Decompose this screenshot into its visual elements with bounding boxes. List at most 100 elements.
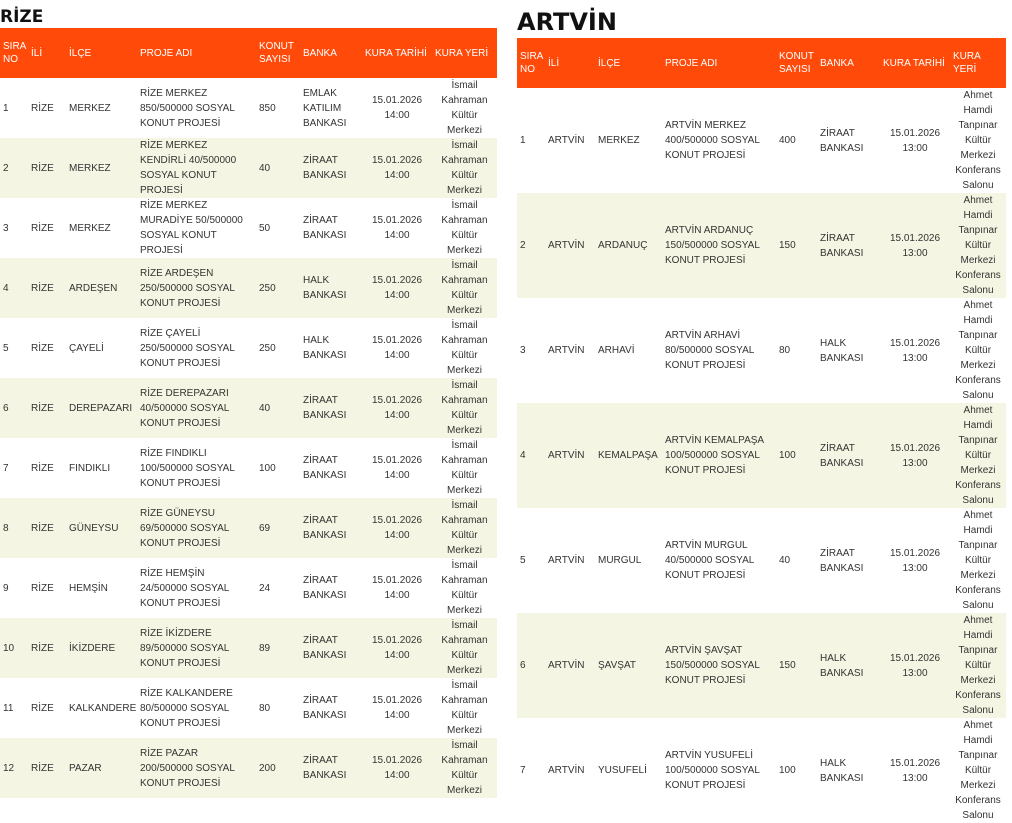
- kura-yeri-cell: Ahmet Hamdi Tanpınar Kültür Merkezi Konf…: [950, 403, 1006, 508]
- artvin-table: SIRA NO İLİ İLÇE PROJE ADI KONUT SAYISI BANKA…: [517, 38, 1006, 823]
- ilce-cell: MERKEZ: [69, 222, 111, 234]
- proje-adi-cell: ARTVİN ARDANUÇ 150/500000 SOSYAL KONUT P…: [662, 193, 776, 298]
- konut-sayisi-cell: 100: [259, 462, 276, 474]
- sira-no-cell: 10: [0, 618, 28, 678]
- sira-no-cell: 11: [3, 702, 14, 714]
- proje-adi-cell: RİZE ARDEŞEN 250/500000 SOSYAL KONUT PRO…: [137, 258, 256, 318]
- banka-cell: HALK BANKASI: [300, 258, 362, 318]
- konut-sayisi-cell: 850: [259, 102, 276, 114]
- il-header: İLİ: [28, 28, 66, 78]
- rize-section: RİZE SIRA NO İLİ İLÇE PROJE ADI KONUT SAYISI…: [0, 0, 497, 798]
- banka-header: BANKA: [300, 28, 362, 78]
- kura-yeri-cell: İsmail Kahraman Kültür Merkezi: [432, 738, 497, 798]
- rize-table: SIRA NO İLİ İLÇE PROJE ADI KONUT SAYISI BANKA…: [0, 28, 497, 798]
- kura-tarihi-cell: 15.01.2026 13:00: [889, 547, 941, 574]
- sira-no-cell: 6: [0, 378, 28, 438]
- il-cell: RİZE: [31, 342, 54, 354]
- il-cell: ARTVİN: [548, 765, 585, 776]
- kura-tarihi-cell: 15.01.2026 14:00: [371, 695, 423, 721]
- proje-adi-cell: ARTVİN ARHAVİ 80/500000 SOSYAL KONUT PRO…: [665, 330, 754, 371]
- artvin-title: ARTVİN: [517, 8, 617, 36]
- kura-tarihi-cell: 15.01.2026 14:00: [362, 738, 432, 798]
- table-row: 6 RİZE DEREPAZARI RİZE DEREPAZARI 40/500000…: [0, 378, 497, 438]
- sira-no-cell: 8: [0, 498, 28, 558]
- kura-yeri-cell: İsmail Kahraman Kültür Merkezi: [441, 440, 488, 496]
- table-row: 12 RİZE PAZAR RİZE PAZAR 200/500000 SOSYAL …: [0, 738, 497, 798]
- ilce-cell: ÇAYELİ: [69, 342, 104, 354]
- ilce-cell: MERKEZ: [69, 102, 111, 114]
- sira-no-cell: 4: [0, 258, 28, 318]
- sira-no-cell: 3: [520, 345, 526, 356]
- konut-sayisi-cell: 80: [779, 345, 791, 356]
- kura-yeri-cell: İsmail Kahraman Kültür Merkezi: [432, 378, 497, 438]
- kura-yeri-cell: İsmail Kahraman Kültür Merkezi: [441, 560, 488, 616]
- ilce-cell: FINDIKLI: [69, 462, 111, 474]
- il-cell: RİZE: [31, 462, 54, 474]
- proje-adi-cell: ARTVİN KEMALPAŞA 100/500000 SOSYAL KONUT…: [662, 403, 776, 508]
- kura-tarihi-header: KURA TARİHİ: [362, 28, 432, 78]
- konut-sayisi-cell: 100: [776, 403, 817, 508]
- proje-adi-header: PROJE ADI: [137, 28, 256, 78]
- proje-adi-cell: RİZE PAZAR 200/500000 SOSYAL KONUT PROJE…: [137, 738, 256, 798]
- table-row: 4 RİZE ARDEŞEN RİZE ARDEŞEN 250/500000 SOSY…: [0, 258, 497, 318]
- proje-adi-cell: RİZE MERKEZ KENDİRLİ 40/500000 SOSYAL KO…: [137, 138, 256, 198]
- kura-yeri-header: KURA YERİ: [950, 38, 1006, 88]
- kura-tarihi-cell: 15.01.2026 14:00: [371, 575, 423, 601]
- table-row: 1 ARTVİN MERKEZ ARTVİN MERKEZ 400/500000 SO…: [517, 88, 1006, 193]
- table-body: 1 RİZE MERKEZ RİZE MERKEZ 850/500000 SOSYAL…: [0, 78, 497, 798]
- il-cell: RİZE: [31, 102, 54, 114]
- sira-no-cell: 3: [3, 222, 9, 234]
- il-cell: ARTVİN: [545, 403, 595, 508]
- kura-yeri-cell: İsmail Kahraman Kültür Merkezi: [432, 498, 497, 558]
- banka-cell: ZİRAAT BANKASI: [820, 127, 864, 154]
- kura-tarihi-cell: 15.01.2026 14:00: [362, 138, 432, 198]
- kura-tarihi-cell: 15.01.2026 14:00: [371, 95, 423, 121]
- banka-cell: HALK BANKASI: [820, 757, 864, 784]
- kura-yeri-cell: Ahmet Hamdi Tanpınar Kültür Merkezi Konf…: [950, 613, 1006, 718]
- ilce-cell: MURGUL: [598, 555, 642, 566]
- table-row: 4 ARTVİN KEMALPAŞA ARTVİN KEMALPAŞA 100/500…: [517, 403, 1006, 508]
- konut-sayisi-header: KONUT SAYISI: [776, 38, 817, 88]
- konut-sayisi-cell: 24: [259, 582, 271, 594]
- sira-no-cell: 2: [517, 193, 545, 298]
- il-header: İLİ: [545, 38, 595, 88]
- kura-tarihi-cell: 15.01.2026 13:00: [880, 613, 950, 718]
- kura-tarihi-header: KURA TARİHİ: [880, 38, 950, 88]
- ilce-cell: DEREPAZARI: [66, 378, 137, 438]
- banka-cell: ZİRAAT BANKASI: [300, 498, 362, 558]
- sira-no-header: SIRA NO: [0, 28, 28, 78]
- sira-no-cell: 7: [520, 765, 526, 776]
- il-cell: ARTVİN: [548, 555, 585, 566]
- table-row: 6 ARTVİN ŞAVŞAT ARTVİN ŞAVŞAT 150/500000 SO…: [517, 613, 1006, 718]
- konut-sayisi-cell: 150: [776, 613, 817, 718]
- konut-sayisi-cell: 40: [256, 138, 300, 198]
- ilce-header: İLÇE: [595, 38, 662, 88]
- table-body: 1 ARTVİN MERKEZ ARTVİN MERKEZ 400/500000 SO…: [517, 88, 1006, 823]
- kura-yeri-cell: Ahmet Hamdi Tanpınar Kültür Merkezi Konf…: [955, 300, 1001, 401]
- ilce-cell: KALKANDERE: [69, 702, 137, 714]
- banka-cell: HALK BANKASI: [817, 613, 880, 718]
- konut-sayisi-cell: 69: [256, 498, 300, 558]
- kura-yeri-cell: Ahmet Hamdi Tanpınar Kültür Merkezi Konf…: [955, 720, 1001, 821]
- proje-adi-cell: ARTVİN ŞAVŞAT 150/500000 SOSYAL KONUT PR…: [662, 613, 776, 718]
- ilce-cell: ARHAVİ: [598, 345, 635, 356]
- sira-no-cell: 7: [3, 462, 9, 474]
- proje-adi-cell: RİZE İKİZDERE 89/500000 SOSYAL KONUT PRO…: [137, 618, 256, 678]
- kura-yeri-cell: İsmail Kahraman Kültür Merkezi: [441, 680, 488, 736]
- sira-no-cell: 6: [517, 613, 545, 718]
- table-row: 2 ARTVİN ARDANUÇ ARTVİN ARDANUÇ 150/500000 …: [517, 193, 1006, 298]
- kura-tarihi-cell: 15.01.2026 13:00: [880, 403, 950, 508]
- il-cell: ARTVİN: [548, 135, 585, 146]
- konut-sayisi-cell: 200: [256, 738, 300, 798]
- ilce-cell: HEMŞİN: [69, 582, 108, 594]
- banka-cell: ZİRAAT BANKASI: [300, 738, 362, 798]
- ilce-cell: PAZAR: [66, 738, 137, 798]
- kura-tarihi-cell: 15.01.2026 14:00: [371, 335, 423, 361]
- konut-sayisi-cell: 40: [256, 378, 300, 438]
- ilce-header: İLÇE: [66, 28, 137, 78]
- proje-adi-header: PROJE ADI: [662, 38, 776, 88]
- il-cell: RİZE: [28, 618, 66, 678]
- il-cell: RİZE: [31, 702, 54, 714]
- konut-sayisi-cell: 80: [259, 702, 271, 714]
- il-cell: ARTVİN: [545, 193, 595, 298]
